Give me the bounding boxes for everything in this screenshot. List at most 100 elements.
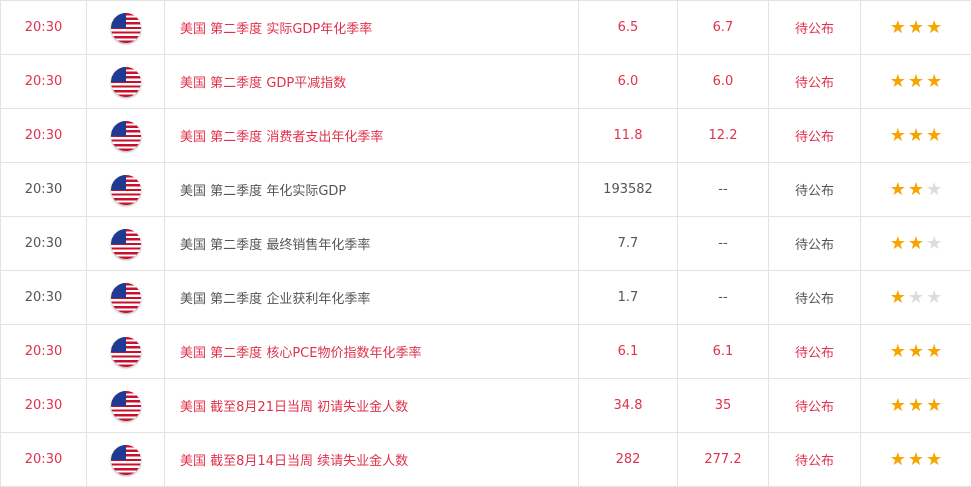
calendar-table: 20:30美国 第二季度 实际GDP年化季率6.56.7待公布★★★20:30美… (0, 0, 971, 487)
us-flag-icon (111, 445, 141, 475)
country-cell (87, 271, 165, 325)
star-icon: ★ (926, 289, 942, 307)
star-icon: ★ (926, 73, 942, 91)
actual-value: 待公布 (769, 163, 861, 217)
star-icon: ★ (908, 451, 924, 469)
actual-value: 待公布 (769, 325, 861, 379)
star-icon: ★ (908, 73, 924, 91)
table-row[interactable]: 20:30美国 第二季度 实际GDP年化季率6.56.7待公布★★★ (1, 1, 971, 55)
time-cell: 20:30 (1, 325, 87, 379)
actual-value: 待公布 (769, 55, 861, 109)
star-icon: ★ (926, 127, 942, 145)
us-flag-icon (111, 67, 141, 97)
importance-cell: ★★★ (861, 217, 971, 271)
table-row[interactable]: 20:30美国 截至8月14日当周 续请失业金人数282277.2待公布★★★ (1, 433, 971, 487)
star-icon: ★ (908, 235, 924, 253)
table-row[interactable]: 20:30美国 第二季度 年化实际GDP193582--待公布★★★ (1, 163, 971, 217)
importance-cell: ★★★ (861, 1, 971, 55)
time-cell: 20:30 (1, 217, 87, 271)
period: 第二季度 (210, 76, 262, 91)
importance-stars: ★★★ (890, 451, 942, 469)
table-row[interactable]: 20:30美国 第二季度 消费者支出年化季率11.812.2待公布★★★ (1, 109, 971, 163)
previous-value: 6.1 (579, 325, 678, 379)
star-icon: ★ (890, 397, 906, 415)
importance-stars: ★★★ (890, 289, 942, 307)
table-row[interactable]: 20:30美国 第二季度 企业获利年化季率1.7--待公布★★★ (1, 271, 971, 325)
star-icon: ★ (926, 343, 942, 361)
importance-cell: ★★★ (861, 433, 971, 487)
star-icon: ★ (890, 127, 906, 145)
event-cell[interactable]: 美国 第二季度 消费者支出年化季率 (165, 109, 579, 163)
star-icon: ★ (926, 397, 942, 415)
actual-value: 待公布 (769, 109, 861, 163)
event-cell[interactable]: 美国 第二季度 企业获利年化季率 (165, 271, 579, 325)
table-row[interactable]: 20:30美国 第二季度 最终销售年化季率7.7--待公布★★★ (1, 217, 971, 271)
forecast-value: 6.0 (678, 55, 769, 109)
country-name: 美国 (180, 76, 206, 91)
period: 第二季度 (210, 130, 262, 145)
event-cell[interactable]: 美国 第二季度 核心PCE物价指数年化季率 (165, 325, 579, 379)
previous-value: 11.8 (579, 109, 678, 163)
country-cell (87, 163, 165, 217)
star-icon: ★ (908, 289, 924, 307)
forecast-value: 277.2 (678, 433, 769, 487)
forecast-value: 6.7 (678, 1, 769, 55)
star-icon: ★ (926, 235, 942, 253)
indicator-name: 续请失业金人数 (317, 454, 408, 469)
event-cell[interactable]: 美国 第二季度 实际GDP年化季率 (165, 1, 579, 55)
country-name: 美国 (180, 184, 206, 199)
time-cell: 20:30 (1, 271, 87, 325)
event-cell[interactable]: 美国 第二季度 年化实际GDP (165, 163, 579, 217)
importance-stars: ★★★ (890, 181, 942, 199)
event-cell[interactable]: 美国 第二季度 GDP平减指数 (165, 55, 579, 109)
period: 截至8月21日当周 (210, 400, 313, 415)
country-name: 美国 (180, 22, 206, 37)
table-row[interactable]: 20:30美国 截至8月21日当周 初请失业金人数34.835待公布★★★ (1, 379, 971, 433)
previous-value: 6.5 (579, 1, 678, 55)
star-icon: ★ (890, 19, 906, 37)
time-cell: 20:30 (1, 379, 87, 433)
us-flag-icon (111, 391, 141, 421)
event-cell[interactable]: 美国 第二季度 最终销售年化季率 (165, 217, 579, 271)
country-cell (87, 379, 165, 433)
country-cell (87, 1, 165, 55)
table-row[interactable]: 20:30美国 第二季度 核心PCE物价指数年化季率6.16.1待公布★★★ (1, 325, 971, 379)
importance-cell: ★★★ (861, 55, 971, 109)
forecast-value: -- (678, 163, 769, 217)
star-icon: ★ (908, 19, 924, 37)
country-cell (87, 325, 165, 379)
forecast-value: 35 (678, 379, 769, 433)
star-icon: ★ (926, 451, 942, 469)
previous-value: 34.8 (579, 379, 678, 433)
star-icon: ★ (890, 289, 906, 307)
importance-stars: ★★★ (890, 127, 942, 145)
us-flag-icon (111, 175, 141, 205)
actual-value: 待公布 (769, 379, 861, 433)
indicator-name: GDP平减指数 (266, 76, 346, 91)
country-cell (87, 109, 165, 163)
country-name: 美国 (180, 292, 206, 307)
indicator-name: 企业获利年化季率 (266, 292, 370, 307)
time-cell: 20:30 (1, 1, 87, 55)
event-cell[interactable]: 美国 截至8月21日当周 初请失业金人数 (165, 379, 579, 433)
importance-cell: ★★★ (861, 271, 971, 325)
actual-value: 待公布 (769, 433, 861, 487)
table-row[interactable]: 20:30美国 第二季度 GDP平减指数6.06.0待公布★★★ (1, 55, 971, 109)
star-icon: ★ (908, 127, 924, 145)
importance-stars: ★★★ (890, 19, 942, 37)
us-flag-icon (111, 121, 141, 151)
event-cell[interactable]: 美国 截至8月14日当周 续请失业金人数 (165, 433, 579, 487)
forecast-value: -- (678, 217, 769, 271)
indicator-name: 实际GDP年化季率 (266, 22, 372, 37)
importance-stars: ★★★ (890, 397, 942, 415)
actual-value: 待公布 (769, 271, 861, 325)
period: 第二季度 (210, 346, 262, 361)
us-flag-icon (111, 283, 141, 313)
forecast-value: 6.1 (678, 325, 769, 379)
star-icon: ★ (890, 235, 906, 253)
country-name: 美国 (180, 238, 206, 253)
star-icon: ★ (890, 343, 906, 361)
period: 截至8月14日当周 (210, 454, 313, 469)
country-cell (87, 55, 165, 109)
indicator-name: 初请失业金人数 (317, 400, 408, 415)
